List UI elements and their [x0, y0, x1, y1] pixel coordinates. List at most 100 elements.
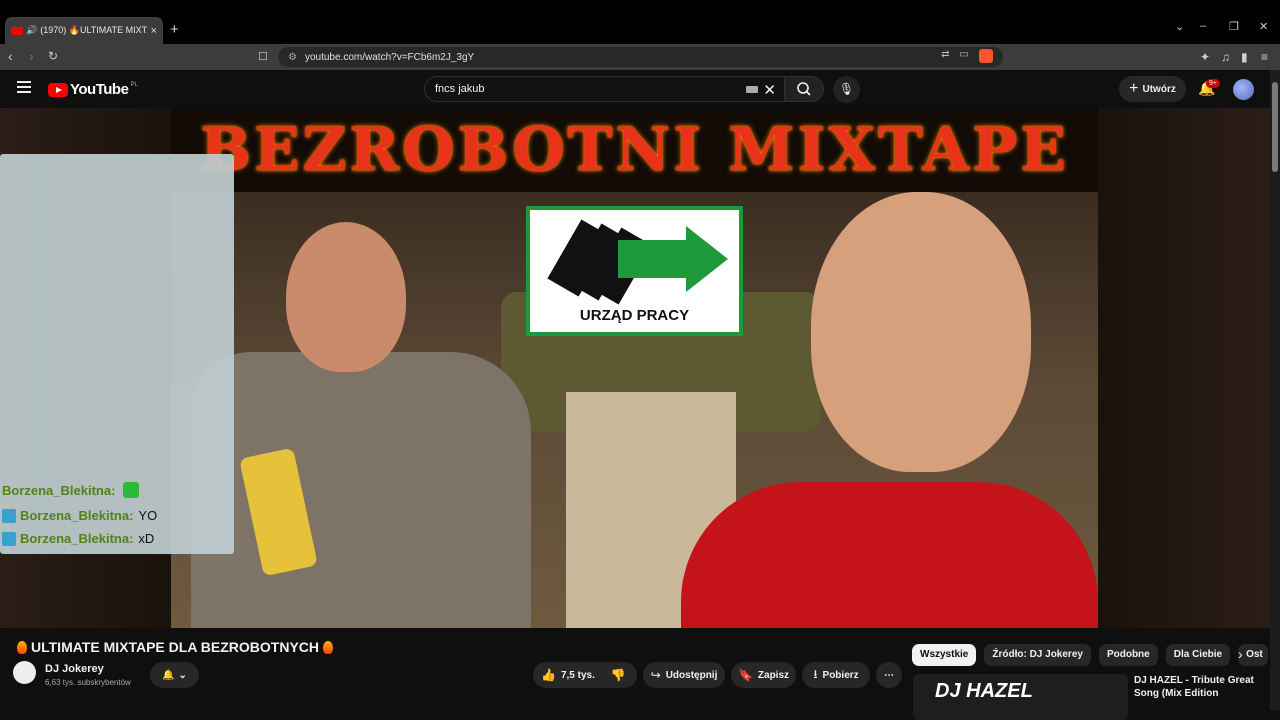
browser-tab[interactable]: 🔊 (1970) 🔥ULTIMATE MIXTAPE ×: [5, 17, 163, 44]
reload-icon[interactable]: ↻: [48, 49, 58, 63]
bookmark-icon[interactable]: ☐: [258, 50, 268, 63]
brave-shields-icon[interactable]: [979, 49, 993, 63]
badge-icon: [2, 531, 16, 546]
like-count[interactable]: 7,5 tys.: [561, 670, 595, 681]
channel-name[interactable]: DJ Jokerey: [45, 663, 104, 675]
chip-all[interactable]: Wszystkie: [912, 644, 977, 666]
share-icon: ↪: [650, 668, 661, 682]
more-icon: ⋯: [884, 669, 894, 681]
youtube-logo[interactable]: YouTube PL: [48, 81, 138, 98]
video-title-text: ULTIMATE MIXTAPE DLA BEZROBOTNYCH: [31, 639, 320, 655]
video-player[interactable]: BEZROBOTNI MIXTAPE URZĄD PRACY Borzena_B…: [0, 108, 1270, 628]
minimize-icon[interactable]: –: [1200, 20, 1206, 32]
translate-icon[interactable]: ⇄: [941, 49, 949, 63]
bell-icon: 🔔: [162, 669, 175, 681]
chat-username: Borzena_Blekitna:: [20, 508, 134, 523]
logo-label: URZĄD PRACY: [579, 307, 690, 324]
forward-icon[interactable]: ›: [29, 48, 34, 64]
save-button[interactable]: 🔖 Zapisz: [731, 662, 796, 688]
subscriber-count: 6,63 tys. subskrybentów: [45, 678, 131, 687]
like-dislike-group: 👍 7,5 tys. 👎: [533, 662, 637, 688]
chat-message: Borzena_Blekitna: xD: [2, 531, 154, 546]
youtube-header: YouTube PL fncs jakub ✕ 🎙 + Utwórz 🔔 9+: [0, 70, 1280, 108]
cast-icon[interactable]: ▭: [960, 49, 969, 63]
window-close-icon[interactable]: ✕: [1259, 20, 1268, 33]
tab-search-icon[interactable]: ⌄: [1175, 20, 1184, 33]
tab-title: (1970) 🔥ULTIMATE MIXTAPE: [40, 25, 147, 35]
channel-avatar[interactable]: [13, 661, 36, 684]
plus-icon: +: [1129, 80, 1139, 97]
chat-text: xD: [138, 531, 155, 546]
notification-badge: 9+: [1206, 79, 1220, 88]
recommendation-chips: Wszystkie Źródło: DJ Jokerey Podobne Dla…: [912, 644, 1269, 666]
reco-title[interactable]: DJ HAZEL - Tribute Great Song (Mix Editi…: [1134, 674, 1264, 700]
keyboard-icon[interactable]: [746, 86, 758, 93]
more-actions-button[interactable]: ⋯: [876, 662, 902, 688]
create-button[interactable]: + Utwórz: [1119, 76, 1186, 102]
country-code: PL: [130, 81, 138, 88]
badge-icon: [2, 508, 16, 523]
search-button[interactable]: [784, 76, 824, 102]
hamburger-menu-icon[interactable]: [17, 81, 31, 96]
account-avatar[interactable]: [1233, 79, 1254, 100]
share-label: Udostępnij: [665, 669, 718, 681]
extensions-icon[interactable]: ✦: [1200, 50, 1210, 64]
download-button[interactable]: ⭳ Pobierz: [802, 662, 870, 688]
chat-overlay: Borzena_Blekitna: Borzena_Blekitna: YO B…: [0, 154, 234, 554]
audio-playing-icon[interactable]: 🔊: [26, 25, 37, 36]
reco-thumbnail-text: DJ HAZEL: [935, 680, 1033, 702]
browser-toolbar: ‹ › ↻ ☐ ⚙ youtube.com/watch?v=FCb6m2J_3g…: [0, 44, 1280, 70]
new-tab-button[interactable]: +: [170, 21, 179, 38]
banner-text: BEZROBOTNI MIXTAPE: [200, 115, 1069, 185]
dislike-icon[interactable]: 👎: [611, 668, 626, 682]
create-label: Utwórz: [1142, 83, 1176, 95]
restore-icon[interactable]: ❐: [1229, 20, 1239, 33]
arrow-right-icon: [618, 240, 688, 278]
download-icon: ⭳: [813, 666, 818, 681]
urzad-pracy-logo: URZĄD PRACY: [526, 206, 743, 336]
video-title: ULTIMATE MIXTAPE DLA BEZROBOTNYCH: [13, 639, 337, 655]
site-info-icon[interactable]: ⚙: [288, 52, 297, 63]
chevron-right-icon[interactable]: ›: [1238, 646, 1243, 662]
chat-username: Borzena_Blekitna:: [2, 482, 116, 498]
search-input[interactable]: fncs jakub ✕: [424, 76, 784, 102]
browser-tab-bar: 🔊 (1970) 🔥ULTIMATE MIXTAPE × + ⌄ – ❐ ✕: [0, 0, 1280, 44]
download-label: Pobierz: [822, 669, 859, 681]
youtube-favicon-icon: [11, 26, 23, 35]
fire-icon: [323, 640, 334, 654]
share-button[interactable]: ↪ Udostępnij: [643, 662, 725, 688]
scrollbar-thumb[interactable]: [1272, 82, 1278, 172]
youtube-wordmark: YouTube: [70, 81, 129, 98]
chip-for-you[interactable]: Dla Ciebie: [1165, 644, 1231, 666]
search-icon: [797, 82, 811, 96]
video-meta: ULTIMATE MIXTAPE DLA BEZROBOTNYCH DJ Jok…: [0, 628, 1270, 720]
chat-text: YO: [138, 508, 158, 523]
media-icon[interactable]: ♫: [1221, 50, 1230, 64]
chat-message: Borzena_Blekitna: YO: [2, 508, 157, 523]
left-person: [191, 222, 551, 628]
fire-icon: [17, 640, 27, 654]
sidebar-toggle-icon[interactable]: ▮: [1241, 50, 1248, 64]
chip-source[interactable]: Źródło: DJ Jokerey: [984, 644, 1091, 666]
clear-search-icon[interactable]: ✕: [763, 81, 776, 99]
chat-username: Borzena_Blekitna:: [20, 531, 134, 546]
chevron-down-icon: ⌄: [178, 669, 187, 681]
chat-message: Borzena_Blekitna:: [2, 482, 140, 498]
address-bar[interactable]: ⚙ youtube.com/watch?v=FCb6m2J_3gY ⇄ ▭: [278, 47, 1003, 67]
search-query[interactable]: fncs jakub: [435, 83, 485, 95]
tab-close-icon[interactable]: ×: [151, 25, 157, 37]
save-icon: 🔖: [737, 668, 753, 682]
save-label: Zapisz: [757, 669, 790, 681]
subscribed-notifications-button[interactable]: 🔔 ⌄: [150, 662, 199, 688]
microphone-icon: 🎙: [838, 82, 855, 96]
voice-search-button[interactable]: 🎙: [833, 76, 860, 103]
url-text[interactable]: youtube.com/watch?v=FCb6m2J_3gY: [305, 52, 474, 63]
youtube-play-icon: [48, 82, 68, 97]
video-frame[interactable]: BEZROBOTNI MIXTAPE URZĄD PRACY: [171, 108, 1098, 628]
like-icon[interactable]: 👍: [541, 668, 556, 682]
menu-icon[interactable]: ≡: [1261, 50, 1268, 64]
reco-thumbnail[interactable]: DJ HAZEL: [913, 674, 1128, 720]
back-icon[interactable]: ‹: [8, 48, 13, 64]
video-banner: BEZROBOTNI MIXTAPE: [171, 108, 1098, 192]
chip-related[interactable]: Podobne: [1098, 644, 1158, 666]
